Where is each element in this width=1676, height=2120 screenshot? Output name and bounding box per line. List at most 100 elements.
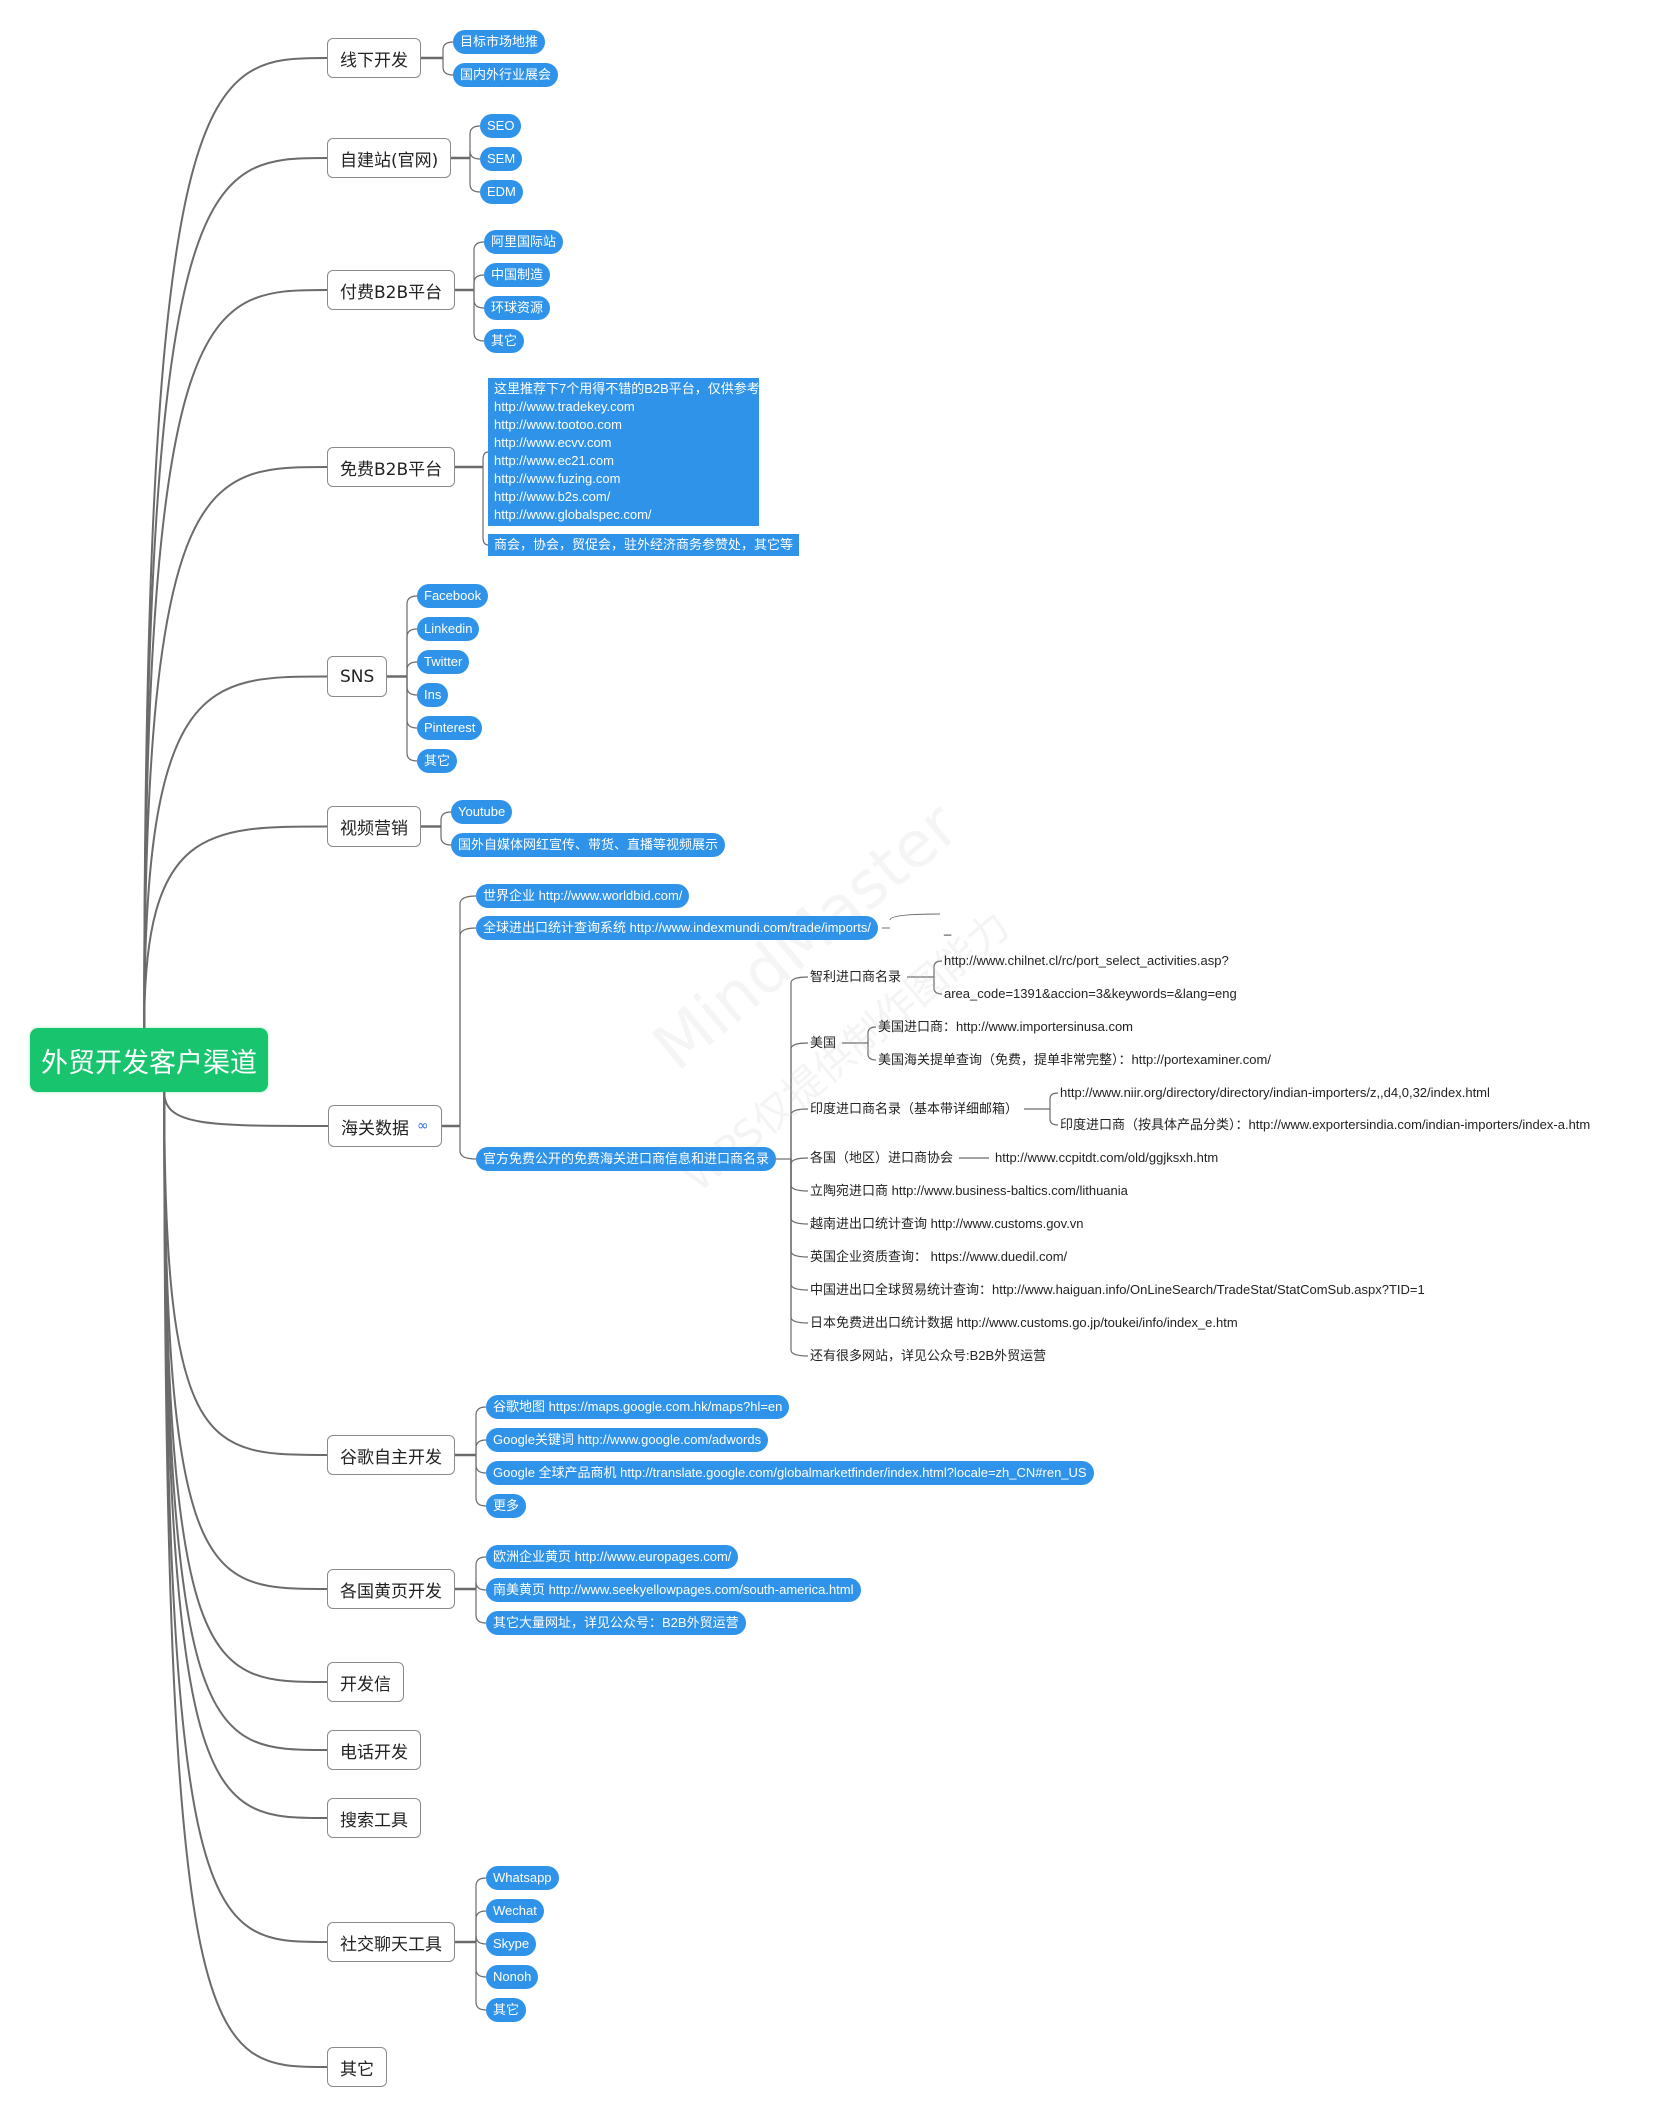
subtopic-chip[interactable]: 阿里国际站 [484,230,564,254]
dir-assoc: 各国（地区）进口商协会 [810,1150,954,1165]
dir-assoc-url[interactable]: http://www.ccpitdt.com/old/ggjksxh.htm [995,1149,1218,1167]
root-connector [163,1091,328,1456]
dir-connector [790,1042,809,1159]
subtopic-chip[interactable]: 其它 [417,749,458,773]
dir-connector [790,1108,809,1159]
topic-letter[interactable]: 开发信 [327,1662,404,1702]
topic-customs[interactable]: 海关数据 ∞ [328,1105,442,1147]
dir-connector [790,1157,809,1165]
topic-offline[interactable]: 线下开发 [327,38,421,78]
sub-connector [933,960,943,977]
topic-label: SNS [340,666,375,687]
dir-other-item[interactable]: 英国企业资质查询： https://www.duedil.com/ [810,1248,1067,1266]
topic-label: 开发信 [340,1674,391,1695]
dir-usa-item-1[interactable]: 美国进口商：http://www.importersinusa.com [878,1018,1133,1036]
subtopic-chip[interactable]: 更多 [486,1494,527,1518]
subtopic-chip[interactable]: 全球进出口统计查询系统 http://www.indexmundi.com/tr… [476,916,878,940]
subtopic-chip[interactable]: Youtube [451,800,513,824]
subtopic-chip[interactable]: Ins [417,683,449,707]
subtopic-chip[interactable]: 其它 [484,329,525,353]
root-connector [163,1091,328,1590]
sub-connector [933,977,943,995]
topic-label: 社交聊天工具 [340,1934,442,1955]
root-connector [143,466,328,1029]
subtopic-chip[interactable]: Linkedin [417,617,480,641]
topic-label: 其它 [340,2059,374,2080]
child-connector [459,1126,477,1160]
topic-video[interactable]: 视频营销 [327,806,421,847]
subtopic-chip[interactable]: 谷歌地图 https://maps.google.com.hk/maps?hl=… [486,1395,790,1419]
topic-free-b2b[interactable]: 免费B2B平台 [327,447,456,487]
child-connector [469,158,481,193]
subtopic-chip[interactable]: 官方免费公开的免费海关进口商信息和进口商名录 [476,1147,777,1171]
subtopic-chip[interactable]: SEO [480,114,522,138]
topic-paid-b2b[interactable]: 付费B2B平台 [327,270,456,310]
topic-label: 海关数据 [341,1118,409,1139]
topic-phone[interactable]: 电话开发 [327,1730,421,1770]
topic-sns[interactable]: SNS [327,656,388,697]
dir-india: 印度进口商名录（基本带详细邮箱） [810,1101,1019,1116]
root-label: 外贸开发客户渠道 [41,1047,257,1079]
root-topic[interactable]: 外贸开发客户渠道 [30,1028,268,1092]
topic-label: 谷歌自主开发 [340,1447,442,1468]
subtopic-chip[interactable]: 世界企业 http://www.worldbid.com/ [476,884,690,908]
topic-website[interactable]: 自建站(官网) [327,138,452,178]
child-connector [475,1455,487,1474]
dir-chile-url-1[interactable]: http://www.chilnet.cl/rc/port_select_act… [944,952,1229,970]
subtopic-chip[interactable]: SEM [480,147,523,171]
dir-other-item[interactable]: 中国进出口全球贸易统计查询：http://www.haiguan.info/On… [810,1281,1425,1299]
dir-other-item[interactable]: 还有很多网站，详见公众号:B2B外贸运营 [810,1347,1046,1365]
subtopic-chip[interactable]: 国外自媒体网红宣传、带货、直播等视频展示 [451,833,726,857]
indexmundi-connector [882,913,941,929]
subtopic-chip[interactable]: 国内外行业展会 [453,63,559,87]
dir-usa-item-2[interactable]: 美国海关提单查询（免费，提单非常完整）：http://portexaminer.… [878,1051,1271,1069]
root-connector [143,57,328,1029]
child-connector [475,1589,487,1624]
subtopic-chip[interactable]: Nonoh [486,1965,539,1989]
subtopic-chip[interactable]: 目标市场地推 [453,30,546,54]
child-connector [475,1439,487,1455]
child-connector [475,1942,487,1978]
child-connector [406,676,418,729]
free-b2b-extra[interactable]: 商会，协会，贸促会，驻外经济商务参赞处，其它等 [488,534,800,556]
sub-connector [867,1043,877,1061]
free-b2b-list[interactable]: 这里推荐下7个用得不错的B2B平台，仅供参考： http://www.trade… [488,378,773,526]
child-connector [473,290,485,309]
child-connector [442,41,454,58]
subtopic-chip[interactable]: 南美黄页 http://www.seekyellowpages.com/sout… [486,1578,861,1602]
subtopic-chip[interactable]: 欧洲企业黄页 http://www.europages.com/ [486,1545,739,1569]
dir-connector [790,1159,809,1192]
dir-other-item[interactable]: 日本免费进出口统计数据 http://www.customs.go.jp/tou… [810,1314,1238,1332]
dir-chile-url-2[interactable]: area_code=1391&accion=3&keywords=&lang=e… [944,985,1237,1003]
subtopic-chip[interactable]: 其它大量网址，详见公众号：B2B外贸运营 [486,1611,746,1635]
dir-other-item[interactable]: 立陶宛进口商 http://www.business-baltics.com/l… [810,1182,1128,1200]
child-connector [475,1406,487,1455]
topic-yellow-pages[interactable]: 各国黄页开发 [327,1569,455,1609]
dir-other-item[interactable]: 越南进出口统计查询 http://www.customs.gov.vn [810,1215,1084,1233]
subtopic-chip[interactable]: Google关键词 http://www.google.com/adwords [486,1428,769,1452]
subtopic-chip[interactable]: 环球资源 [484,296,551,320]
topic-google[interactable]: 谷歌自主开发 [327,1435,455,1475]
subtopic-chip[interactable]: Facebook [417,584,489,608]
child-connector [475,1581,487,1591]
subtopic-chip[interactable]: Skype [486,1932,537,1956]
subtopic-chip[interactable]: Google 全球产品商机 http://translate.google.co… [486,1461,1094,1485]
subtopic-chip[interactable]: Twitter [417,650,470,674]
topic-label: 搜索工具 [340,1810,408,1831]
topic-label: 电话开发 [340,1742,408,1763]
subtopic-chip[interactable]: Whatsapp [486,1866,559,1890]
subtopic-chip[interactable]: Wechat [486,1899,544,1923]
subtopic-chip[interactable]: 中国制造 [484,263,551,287]
topic-label: 线下开发 [340,50,408,71]
subtopic-chip[interactable]: Pinterest [417,716,483,740]
child-connector [406,676,418,696]
topic-chat-tools[interactable]: 社交聊天工具 [327,1922,455,1962]
dir-india-item-1[interactable]: http://www.niir.org/directory/directory/… [1060,1084,1490,1102]
link-icon[interactable]: ∞ [417,1118,429,1134]
topic-other[interactable]: 其它 [327,2047,387,2087]
subtopic-chip[interactable]: EDM [480,180,523,204]
subtopic-chip[interactable]: 其它 [486,1998,527,2022]
child-connector [442,58,454,76]
dir-india-item-2[interactable]: 印度进口商（按具体产品分类）：http://www.exportersindia… [1060,1116,1590,1134]
topic-search[interactable]: 搜索工具 [327,1798,421,1838]
